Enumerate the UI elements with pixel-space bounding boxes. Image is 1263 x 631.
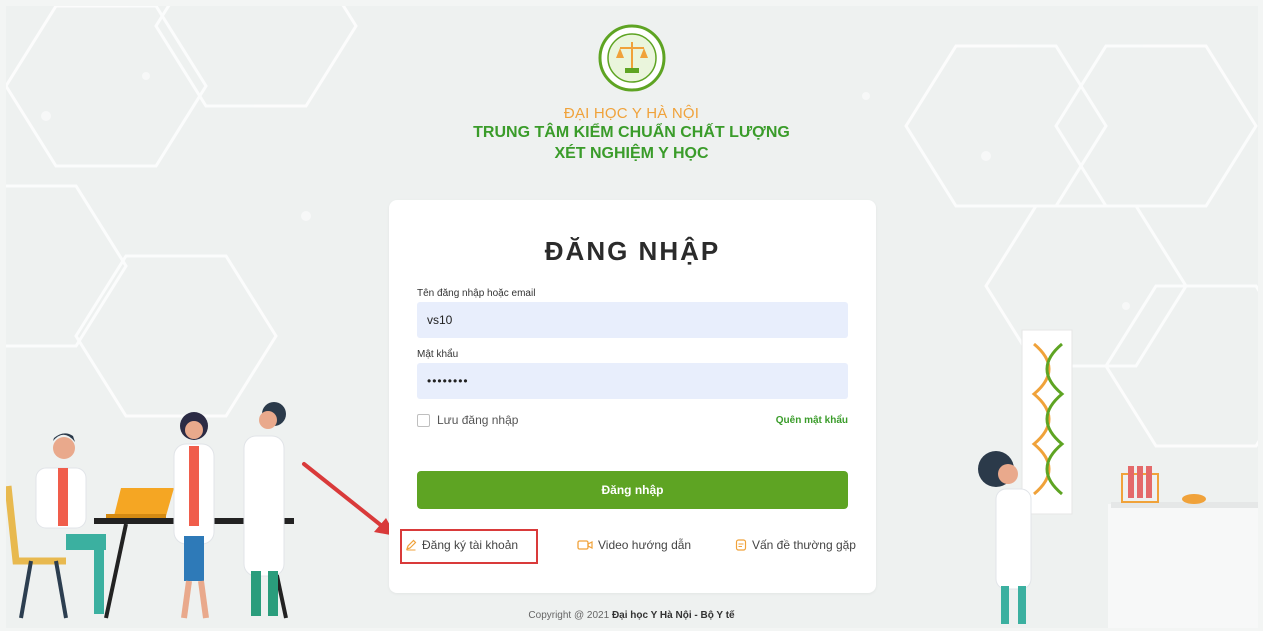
copyright-owner: Đại học Y Hà Nội - Bộ Y tế [611,610,735,621]
video-guide-link[interactable]: Video hướng dẫn [577,538,691,552]
lab-illustration [978,329,1258,628]
remember-checkbox[interactable] [417,413,430,427]
register-label: Đăng ký tài khoản [422,538,519,552]
forgot-password-link[interactable]: Quên mật khẩu [776,415,848,426]
password-input[interactable]: •••••••• [417,363,848,399]
register-link[interactable]: Đăng ký tài khoản [405,538,518,552]
center-logo-icon [598,24,665,92]
copyright-prefix: Copyright @ 2021 [528,610,610,621]
center-name-line1: TRUNG TÂM KIỂM CHUẨN CHẤT LƯỢNG [473,124,790,141]
center-name-line2: XÉT NGHIỆM Y HỌC [554,145,709,162]
brand-header: ĐẠI HỌC Y HÀ NỘI TRUNG TÂM KIỂM CHUẨN CH… [0,24,1263,164]
pencil-icon [406,539,417,551]
username-input[interactable]: vs10 [417,302,848,338]
remember-label: Lưu đăng nhập [437,413,519,427]
video-camera-icon [577,540,593,550]
university-name: ĐẠI HỌC Y HÀ NỘI [563,105,700,122]
faq-link[interactable]: Vấn đề thường gặp [735,538,856,552]
username-label: Tên đăng nhập hoặc email [417,288,536,299]
video-guide-label: Video hướng dẫn [598,538,692,552]
login-card: ĐĂNG NHẬP Tên đăng nhập hoặc email vs10 … [389,200,876,593]
login-button[interactable]: Đăng nhập [417,471,848,509]
login-title: ĐĂNG NHẬP [544,236,721,266]
password-label: Mật khẩu [417,349,459,360]
faq-label: Vấn đề thường gặp [752,538,856,552]
copyright: Copyright @ 2021 Đại học Y Hà Nội - Bộ Y… [0,610,1263,621]
document-icon [735,539,747,551]
team-illustration [6,402,294,619]
remember-login[interactable]: Lưu đăng nhập [417,413,518,427]
